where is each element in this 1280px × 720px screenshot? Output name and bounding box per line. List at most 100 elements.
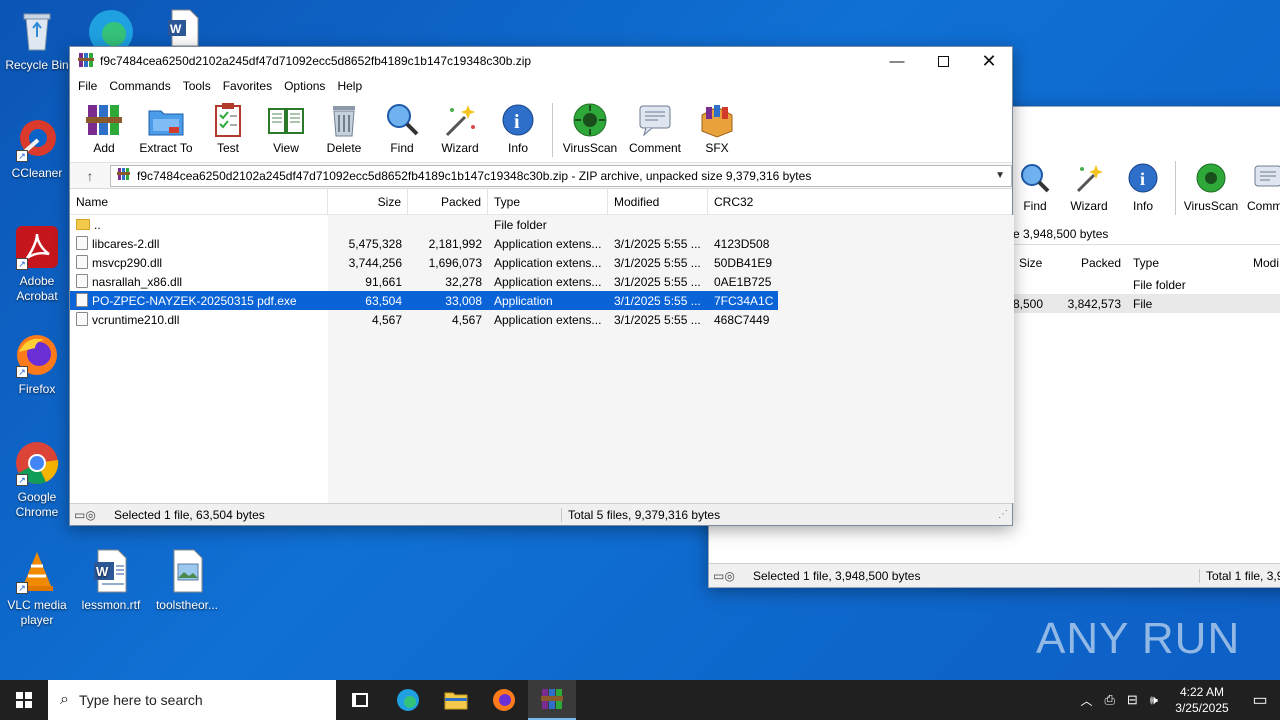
desktop-icon-firefox[interactable]: ↗ Firefox	[0, 332, 74, 397]
col-modified[interactable]: Modified	[608, 188, 708, 215]
toolbar-sfx-button[interactable]: SFX	[691, 97, 743, 155]
edge-desktop-icon[interactable]	[86, 6, 136, 54]
back-toolbar-label: VirusScan	[1183, 199, 1239, 213]
title-bar[interactable]: f9c7484cea6250d2102a245df47d71092ecc5d86…	[70, 47, 1012, 75]
menu-favorites[interactable]: Favorites	[217, 79, 278, 93]
task-view-icon	[352, 693, 368, 707]
task-view-button[interactable]	[336, 680, 384, 720]
word-desktop-icon[interactable]: W	[164, 8, 204, 48]
file-row[interactable]: .. File folder	[70, 215, 1014, 234]
volume-icon[interactable]: 🕪	[1144, 692, 1164, 708]
file-crc32: 50DB41E9	[708, 256, 778, 270]
chevron-down-icon[interactable]: ▼	[989, 170, 1011, 181]
file-type-text: Application extens...	[494, 236, 602, 251]
menu-tools[interactable]: Tools	[177, 79, 217, 93]
maximize-icon	[937, 55, 949, 67]
desktop-icon-google-chrome[interactable]: ↗ Google Chrome	[0, 440, 74, 520]
desktop-icon-lessmon[interactable]: W lessmon.rtf	[74, 548, 148, 613]
back-status-right: Total 1 file, 3,9	[1199, 568, 1280, 583]
col-name[interactable]: Name	[70, 188, 328, 215]
back-col-type[interactable]: Type	[1127, 256, 1247, 270]
back-col-modified[interactable]: Modi	[1247, 256, 1280, 270]
back-file-row[interactable]: 8,500 3,842,573 File	[1009, 294, 1280, 313]
menu-help[interactable]: Help	[331, 79, 368, 93]
firefox-icon: ↗	[14, 332, 60, 378]
back-toolbar-comment[interactable]: Comme	[1242, 155, 1280, 213]
desktop-icon-toolstheor[interactable]: toolstheor...	[150, 548, 224, 613]
desktop-icon-ccleaner[interactable]: ↗ CCleaner	[0, 116, 74, 181]
menu-options[interactable]: Options	[278, 79, 331, 93]
file-crc32: 468C7449	[708, 313, 778, 327]
desktop-icon-label: Google Chrome	[15, 490, 59, 519]
notification-icon[interactable]: ▭	[1240, 690, 1280, 710]
main-winrar-window[interactable]: f9c7484cea6250d2102a245df47d71092ecc5d86…	[69, 46, 1014, 526]
toolbar-view-button[interactable]: View	[260, 97, 312, 155]
back-toolbar-label: Comme	[1246, 199, 1280, 213]
file-name-text: PO-ZPEC-NAYZEK-20250315 pdf.exe	[92, 294, 297, 308]
up-arrow-icon[interactable]: ↑	[70, 168, 110, 184]
file-row[interactable]: nasrallah_x86.dll 91,661 32,278 Application…	[70, 272, 1014, 291]
back-col-packed[interactable]: Packed	[1045, 256, 1127, 270]
windows-logo-icon	[16, 692, 32, 708]
network-icon[interactable]: ⊟	[1121, 692, 1144, 708]
toolbar-extract-button[interactable]: Extract To	[136, 97, 196, 155]
meet-now-icon[interactable]: ⎙	[1098, 692, 1120, 708]
maximize-button[interactable]	[920, 47, 966, 75]
taskbar-edge[interactable]	[384, 680, 432, 720]
file-crc32: 0AE1B725	[708, 275, 778, 289]
toolbar-virusscan-button[interactable]: VirusScan	[561, 97, 619, 155]
shortcut-arrow-icon: ↗	[16, 366, 28, 378]
file-row[interactable]: vcruntime210.dll 4,567 4,567 Application ex…	[70, 310, 1014, 329]
col-type[interactable]: Type	[488, 188, 608, 215]
toolbar-comment-button[interactable]: Comment	[625, 97, 685, 155]
back-address-bar[interactable]: e 3,948,500 bytes	[1009, 223, 1280, 245]
col-size[interactable]: Size	[328, 188, 408, 215]
anyrun-watermark: ANY RUN	[1036, 604, 1239, 674]
chrome-icon: ↗	[14, 440, 60, 486]
desktop-icon-vlc[interactable]: ↗ VLC media player	[0, 548, 74, 628]
resize-grip-icon[interactable]: ⋰	[998, 509, 1012, 520]
toolbar-separator	[552, 103, 553, 157]
back-toolbar-info[interactable]: i Info	[1117, 155, 1169, 213]
back-file-row[interactable]: File folder	[1009, 275, 1280, 294]
taskbar-search-box[interactable]: ⌕ Type here to search	[48, 680, 336, 720]
menu-commands[interactable]: Commands	[103, 79, 176, 93]
col-packed[interactable]: Packed	[408, 188, 488, 215]
menu-file[interactable]: File	[72, 79, 103, 93]
close-button[interactable]: ✕	[966, 47, 1012, 75]
desktop-icon-recycle-bin[interactable]: Recycle Bin	[0, 8, 74, 73]
minimize-icon: —	[889, 52, 905, 70]
back-toolbar-wizard[interactable]: Wizard	[1063, 155, 1115, 213]
toolbar-add-button[interactable]: Add	[78, 97, 130, 155]
minimize-button[interactable]: —	[874, 47, 920, 75]
window-title: f9c7484cea6250d2102a245df47d71092ecc5d86…	[100, 54, 532, 68]
taskbar-winrar[interactable]	[528, 680, 576, 720]
toolbar-info-button[interactable]: i Info	[492, 97, 544, 155]
file-row[interactable]: libcares-2.dll 5,475,328 2,181,992 Applicat…	[70, 234, 1014, 253]
edge-icon	[397, 689, 419, 711]
taskbar-firefox[interactable]	[480, 680, 528, 720]
clock[interactable]: 4:22 AM 3/25/2025	[1164, 684, 1240, 716]
file-row[interactable]: PO-ZPEC-NAYZEK-20250315 pdf.exe 63,504 33,…	[70, 291, 778, 310]
folder-icon	[76, 218, 90, 230]
winrar-app-icon	[78, 52, 94, 71]
file-name: vcruntime210.dll	[70, 312, 328, 327]
status-bar: ▭◎ Selected 1 file, 63,504 bytes Total 5…	[70, 503, 1012, 525]
back-col-size[interactable]: Size	[1009, 256, 1045, 270]
file-row[interactable]: msvcp290.dll 3,744,256 1,696,073 Applicatio…	[70, 253, 1014, 272]
toolbar-wizard-button[interactable]: Wizard	[434, 97, 486, 155]
file-crc32-text: 50DB41E9	[714, 255, 773, 270]
toolbar-test-button[interactable]: Test	[202, 97, 254, 155]
toolbar-delete-button[interactable]: Delete	[318, 97, 370, 155]
address-bar[interactable]: f9c7484cea6250d2102a245df47d71092ecc5d86…	[110, 164, 1012, 187]
taskbar-file-explorer[interactable]	[432, 680, 480, 720]
col-crc32[interactable]: CRC32	[708, 189, 778, 215]
magnifier-icon	[1016, 159, 1054, 197]
desktop-icon-adobe-acrobat[interactable]: ↗ Adobe Acrobat	[0, 224, 74, 304]
start-button[interactable]	[0, 680, 48, 720]
toolbar-find-button[interactable]: Find	[376, 97, 428, 155]
back-toolbar-find[interactable]: Find	[1009, 155, 1061, 213]
back-toolbar-virusscan[interactable]: VirusScan	[1182, 155, 1240, 213]
shortcut-arrow-icon: ↗	[16, 474, 28, 486]
chevron-up-icon[interactable]: ︿	[1074, 692, 1098, 709]
